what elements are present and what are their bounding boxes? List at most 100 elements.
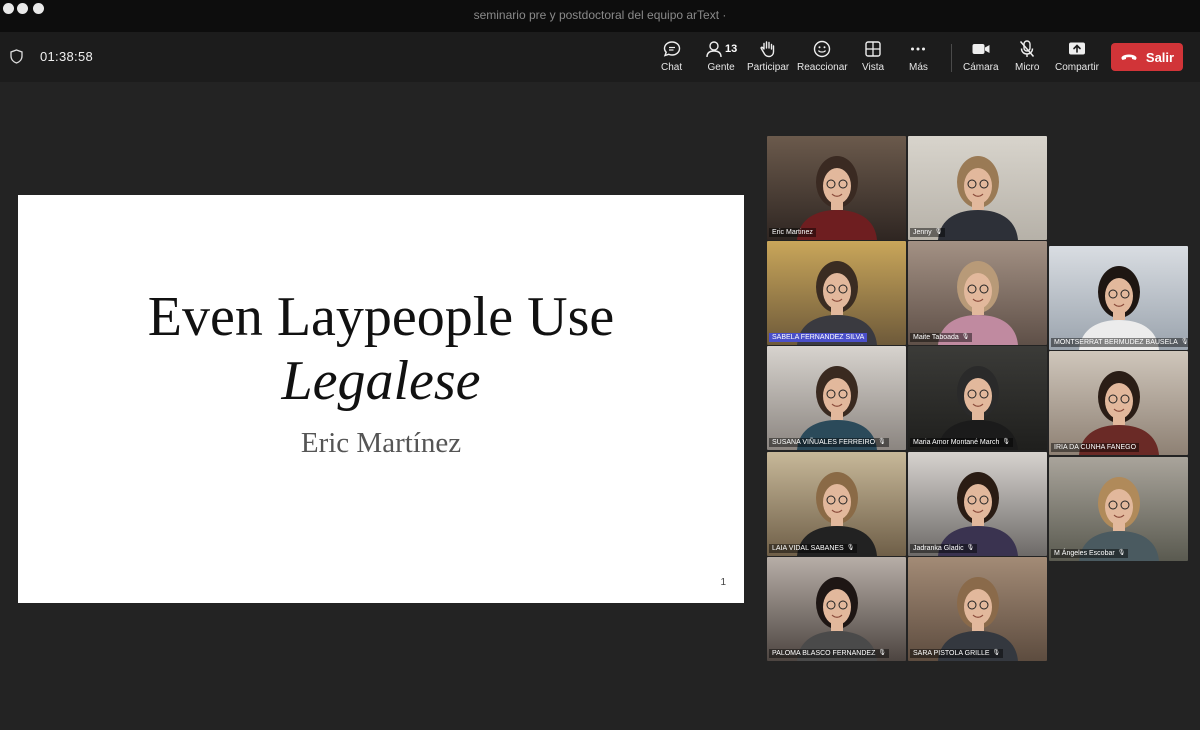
participant-tile[interactable]: SABELA FERNANDEZ SILVA [767,241,906,345]
participant-name-label: SARA PISTOLA GRILLE 🎙 [910,649,1004,658]
participant-name-label: SABELA FERNANDEZ SILVA [769,333,868,342]
mic-label: Micro [1015,62,1040,73]
participant-name: SARA PISTOLA GRILLE [913,650,990,657]
muted-mic-icon: 🎙 [846,545,855,551]
raise-hand-icon [759,38,777,60]
participant-video [938,366,1018,450]
participant-name-label: Jadranka Gladic 🎙 [910,544,978,553]
smiley-icon [812,38,832,60]
muted-mic-icon: 🎙 [1117,550,1126,556]
participant-tile[interactable]: SUSANA VIÑUALES FERREIRO 🎙 [767,346,906,450]
mic-off-icon [1018,38,1036,60]
leave-button[interactable]: Salir [1111,43,1183,71]
toolbar-divider [951,44,952,72]
chat-icon [662,38,682,60]
muted-mic-icon: 🎙 [878,650,886,656]
muted-mic-icon: 🎙 [1002,439,1010,445]
participant-tile[interactable]: Jenny 🎙 [908,136,1047,240]
muted-mic-icon: 🎙 [1180,339,1188,345]
participant-video [797,261,877,345]
camera-button[interactable]: Cámara [963,38,999,73]
chat-button[interactable]: Chat [661,38,682,73]
shield-icon[interactable] [10,49,23,69]
raise-hand-label: Participar [747,62,790,73]
slide-title-line-1: Even Laypeople Use [147,286,615,348]
participant-name-label: SUSANA VIÑUALES FERREIRO 🎙 [769,438,889,447]
participant-name: M Ángeles Escobar [1054,550,1115,557]
camera-label: Cámara [963,62,999,73]
participant-tile[interactable]: SARA PISTOLA GRILLE 🎙 [908,557,1047,661]
people-icon: 13 [705,38,737,60]
share-button[interactable]: Compartir [1055,38,1099,73]
grid-view-icon [864,38,882,60]
participant-video [797,156,877,240]
leave-label: Salir [1145,49,1175,65]
participant-video [797,472,877,556]
participant-name-label: Eric Martinez [769,228,816,237]
participant-tile[interactable]: Jadranka Gladic 🎙 [908,452,1047,556]
muted-mic-icon: 🎙 [966,545,975,551]
raise-hand-button[interactable]: Participar [747,38,789,73]
slide-title: Even Laypeople Use Legalese [18,285,744,413]
people-button[interactable]: 13 Gente [705,38,737,73]
participant-name-label: Maria Amor Montané March 🎙 [910,438,1013,447]
participant-name: Jenny [913,229,932,236]
participant-name: Maite Taboada [913,334,959,341]
participant-name-label: MONTSERRAT BERMUDEZ BAUSELA 🎙 [1051,338,1188,347]
participant-name: SABELA FERNANDEZ SILVA [772,334,865,341]
participant-tile[interactable]: MONTSERRAT BERMUDEZ BAUSELA 🎙 [1049,246,1188,350]
participant-video [797,366,877,450]
participant-name: SUSANA VIÑUALES FERREIRO [772,439,876,446]
more-label: Más [909,62,928,73]
participant-video [938,156,1018,240]
hang-up-icon [1120,50,1138,65]
participant-name-label: IRIA DA CUNHA FANEGO [1051,443,1140,452]
participant-video [938,472,1018,556]
participant-tile[interactable]: PALOMA BLASCO FERNANDEZ 🎙 [767,557,906,661]
participant-name: PALOMA BLASCO FERNANDEZ [772,650,876,657]
react-label: Reaccionar [797,62,848,73]
participant-tile[interactable]: IRIA DA CUNHA FANEGO [1049,351,1188,455]
participant-name-label: PALOMA BLASCO FERNANDEZ 🎙 [769,649,889,658]
shared-slide: Even Laypeople Use Legalese Eric Martíne… [18,195,744,603]
view-label: Vista [862,62,885,73]
window-title-bar: seminario pre y postdoctoral del equipo … [0,0,1200,32]
camera-icon [971,38,991,60]
muted-mic-icon: 🎙 [992,650,1001,656]
participant-tile[interactable]: LAIA VIDAL SABANES 🎙 [767,452,906,556]
slide-page-number: 1 [720,577,726,588]
participant-video [1079,371,1159,455]
participant-name: LAIA VIDAL SABANES [772,545,844,552]
participant-tile[interactable]: Maria Amor Montané March 🎙 [908,346,1047,450]
people-label: Gente [707,62,735,73]
muted-mic-icon: 🎙 [934,229,943,235]
react-button[interactable]: Reaccionar [797,38,848,73]
muted-mic-icon: 🎙 [961,334,970,340]
view-button[interactable]: Vista [862,38,884,73]
mic-button[interactable]: Micro [1015,38,1039,73]
window-title: seminario pre y postdoctoral del equipo … [473,8,727,22]
participant-name-label: M Ángeles Escobar 🎙 [1051,549,1129,558]
people-count: 13 [725,43,738,55]
participant-name: IRIA DA CUNHA FANEGO [1054,444,1137,451]
participant-video [938,577,1018,661]
more-button[interactable]: Más [909,38,928,73]
participant-name: Jadranka Gladic [913,545,964,552]
chat-label: Chat [661,62,683,73]
participant-name: Eric Martinez [772,229,813,236]
muted-mic-icon: 🎙 [878,439,886,445]
participant-name: Maria Amor Montané March [913,439,1000,446]
participant-tile[interactable]: Maite Taboada 🎙 [908,241,1047,345]
participant-video [938,261,1018,345]
share-label: Compartir [1055,62,1099,73]
participant-video [1079,477,1159,561]
slide-title-line-2: Legalese [281,350,481,412]
participant-tile[interactable]: Eric Martinez [767,136,906,240]
participant-name-label: Maite Taboada 🎙 [910,333,973,342]
participant-video [797,577,877,661]
participant-tile[interactable]: M Ángeles Escobar 🎙 [1049,457,1188,561]
more-icon [909,38,927,60]
meeting-timer: 01:38:58 [40,49,94,64]
share-screen-icon [1067,38,1087,60]
participant-name-label: LAIA VIDAL SABANES 🎙 [769,544,858,553]
